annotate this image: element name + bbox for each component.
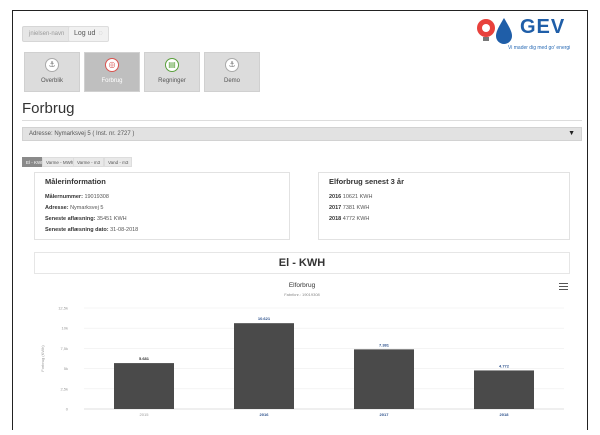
consumption-row: 2016 10621 KWH xyxy=(329,194,373,200)
consumption-panel: Elforbrug senest 3 år 2016 10621 KWH 201… xyxy=(318,172,570,240)
meter-info-heading: Målerinformation xyxy=(45,177,106,186)
bar xyxy=(474,370,534,409)
tab-regninger[interactable]: ▤ Regninger xyxy=(144,52,200,92)
chart-icon: ◎ xyxy=(105,58,119,72)
hamburger-menu-icon[interactable] xyxy=(559,283,568,292)
tab-label: Forbrug xyxy=(101,78,123,84)
meter-number-row: Målernummer: 19019308 xyxy=(45,194,109,200)
user-name-badge: jnielsen-navn xyxy=(22,26,72,42)
bill-icon: ▤ xyxy=(165,58,179,72)
bar-value-label: 5.681 xyxy=(139,356,150,361)
tab-overblik[interactable]: ⚓ Overblik xyxy=(24,52,80,92)
bar xyxy=(354,349,414,409)
logout-button[interactable]: Log ud ◌ xyxy=(68,26,109,42)
consumption-row: 2017 7381 KWH xyxy=(329,205,370,211)
divider xyxy=(22,120,582,121)
bar xyxy=(114,363,174,409)
last-reading-row: Seneste aflæsning: 35451 KWH xyxy=(45,216,127,222)
tab-vand-m3[interactable]: Vand - m3 xyxy=(104,157,133,167)
y-tick-label: 0 xyxy=(66,407,69,412)
y-tick-label: 7,5k xyxy=(60,346,68,351)
last-reading-date-row: Seneste aflæsning dato: 31-08-2018 xyxy=(45,227,139,233)
y-tick-label: 10k xyxy=(62,326,68,331)
x-tick-label: 2018 xyxy=(500,412,510,417)
gev-logo: GEV Vi mader dig med go' energi xyxy=(474,14,584,54)
logo-mark-icon xyxy=(477,18,512,44)
consumption-heading: Elforbrug senest 3 år xyxy=(329,177,405,186)
logout-label: Log ud xyxy=(74,30,96,37)
tab-label: Demo xyxy=(223,78,240,84)
bar xyxy=(234,323,294,409)
chart-subtitle: Fabriknr.: 19019308 xyxy=(284,292,320,297)
bar-value-label: 7.381 xyxy=(379,342,390,347)
address-select[interactable]: Adresse: Nymarksvej 5 ( Inst. nr. 2727 )… xyxy=(22,127,582,141)
caret-down-icon: ▼ xyxy=(568,130,575,137)
x-tick-label: 2017 xyxy=(380,412,390,417)
consumption-row: 2018 4772 KWH xyxy=(329,216,370,222)
address-select-value: Adresse: Nymarksvej 5 ( Inst. nr. 2727 ) xyxy=(29,131,135,137)
bar-value-label: 4.772 xyxy=(499,363,510,368)
y-tick-label: 12,5k xyxy=(58,306,68,311)
tab-demo[interactable]: ⚓ Demo xyxy=(204,52,260,92)
x-tick-label: 2016 xyxy=(260,412,270,417)
page-title: Forbrug xyxy=(22,100,75,117)
bar-value-label: 10.621 xyxy=(258,316,271,321)
logo-text: GEV xyxy=(520,16,566,38)
bar-chart: Elforbrug Fabriknr.: 19019308 0 2,5k 5k 7,5k 1… xyxy=(40,282,564,417)
chart-container: Elforbrug Fabriknr.: 19019308 0 2,5k 5k 7,5k 1… xyxy=(34,278,570,430)
logout-icon: ◌ xyxy=(98,30,103,37)
anchor-icon: ⚓ xyxy=(225,58,239,72)
logo-tagline: Vi mader dig med go' energi xyxy=(508,45,571,51)
anchor-icon: ⚓ xyxy=(45,58,59,72)
y-tick-label: 5k xyxy=(64,366,68,371)
chart-title: Elforbrug xyxy=(289,282,316,289)
x-tick-label: 2015 xyxy=(140,412,150,417)
tab-label: Overblik xyxy=(40,78,63,84)
tab-varme-m3[interactable]: Varme - m3 xyxy=(73,157,105,167)
y-axis-label: Forbrug (KWh) xyxy=(40,345,45,372)
tab-forbrug[interactable]: ◎ Forbrug xyxy=(84,52,140,92)
y-tick-label: 2,5k xyxy=(60,386,68,391)
chart-section-heading: El - KWH xyxy=(34,252,570,274)
meter-address-row: Adresse: Nymarksvej 5 xyxy=(45,205,104,211)
meter-info-panel: Målerinformation Målernummer: 19019308 A… xyxy=(34,172,290,240)
tab-label: Regninger xyxy=(158,78,186,84)
